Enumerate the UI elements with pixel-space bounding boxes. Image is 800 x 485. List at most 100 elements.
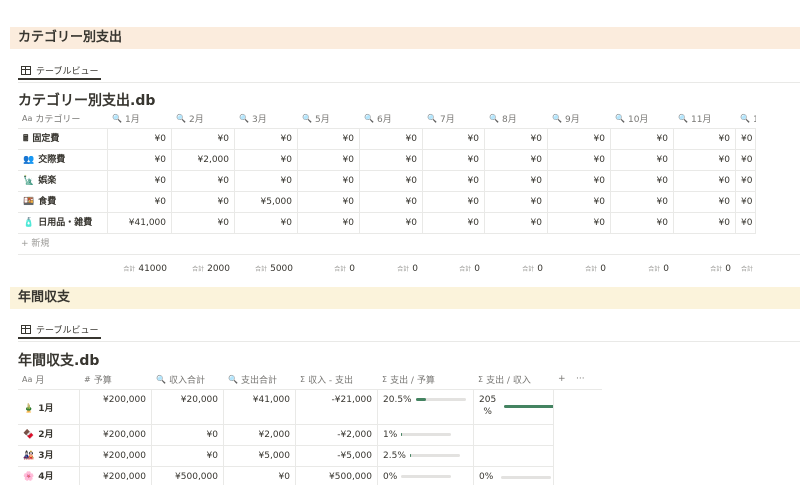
month-value-cell[interactable]: ¥0 bbox=[611, 150, 674, 171]
expense-budget-ratio-cell[interactable]: 20.5% bbox=[378, 390, 474, 425]
column-header-month[interactable]: 🔍 2月 bbox=[172, 108, 235, 129]
month-value-cell[interactable]: ¥0 bbox=[548, 171, 611, 192]
expense-income-ratio-cell[interactable] bbox=[474, 425, 554, 446]
month-value-cell[interactable]: ¥0 bbox=[360, 129, 423, 150]
diff-cell[interactable]: -¥2,000 bbox=[296, 425, 378, 446]
budget-cell[interactable]: ¥200,000 bbox=[80, 425, 152, 446]
budget-cell[interactable]: ¥200,000 bbox=[80, 390, 152, 425]
month-value-cell[interactable]: ¥0 bbox=[548, 192, 611, 213]
column-sum-cell[interactable]: 合計 41000 bbox=[108, 259, 172, 280]
category-name-cell[interactable]: 🖩 固定費 bbox=[18, 129, 108, 150]
month-value-cell[interactable]: ¥0 bbox=[108, 192, 172, 213]
month-value-cell[interactable]: ¥0 bbox=[298, 213, 360, 234]
column-header-month[interactable]: 🔍 1月 bbox=[108, 108, 172, 129]
budget-cell[interactable]: ¥200,000 bbox=[80, 446, 152, 467]
month-cell[interactable]: 🎍 1月 bbox=[18, 390, 80, 425]
category-name-cell[interactable]: 👥 交際費 bbox=[18, 150, 108, 171]
table-row[interactable]: 🍱 食費 ¥0 ¥0 ¥5,000 ¥0 ¥0 ¥0 ¥0 ¥0 ¥0 ¥0 ¥0 bbox=[18, 192, 756, 213]
income-cell[interactable]: ¥20,000 bbox=[152, 390, 224, 425]
table-row[interactable]: 🎍 1月 ¥200,000 ¥20,000 ¥41,000 -¥21,000 20.5% 20… bbox=[18, 390, 554, 425]
month-value-cell[interactable]: ¥0 bbox=[423, 171, 485, 192]
month-value-cell[interactable]: ¥0 bbox=[235, 171, 298, 192]
column-header-month[interactable]: 🔍 10月 bbox=[611, 108, 674, 129]
month-value-cell[interactable]: ¥0 bbox=[548, 129, 611, 150]
more-options-button[interactable]: ··· bbox=[572, 369, 602, 390]
month-value-cell[interactable]: ¥0 bbox=[485, 171, 548, 192]
expense-income-ratio-cell[interactable]: 205 % bbox=[474, 390, 554, 425]
income-cell[interactable]: ¥500,000 bbox=[152, 467, 224, 485]
column-header[interactable]: Σ 収入 - 支出 bbox=[296, 369, 378, 390]
database-title[interactable]: カテゴリー別支出.db bbox=[18, 90, 155, 110]
table-view-tab-2[interactable]: テーブルビュー bbox=[18, 321, 102, 339]
column-header-month[interactable]: 🔍 7月 bbox=[423, 108, 485, 129]
table-row[interactable]: 🍫 2月 ¥200,000 ¥0 ¥2,000 -¥2,000 1% bbox=[18, 425, 554, 446]
month-value-cell[interactable]: ¥0 bbox=[674, 171, 736, 192]
month-value-cell[interactable]: ¥0 bbox=[108, 171, 172, 192]
month-value-cell[interactable]: ¥0 bbox=[736, 192, 756, 213]
column-sum-cell[interactable]: 合計 2000 bbox=[172, 259, 235, 280]
column-header-month[interactable]: 🔍 5月 bbox=[298, 108, 360, 129]
table-row[interactable]: 🌸 4月 ¥200,000 ¥500,000 ¥0 ¥500,000 0% 0% bbox=[18, 467, 554, 485]
column-header[interactable]: 🔍 支出合計 bbox=[224, 369, 296, 390]
month-value-cell[interactable]: ¥5,000 bbox=[235, 192, 298, 213]
month-value-cell[interactable]: ¥0 bbox=[423, 129, 485, 150]
column-header[interactable]: # 予算 bbox=[80, 369, 152, 390]
month-value-cell[interactable]: ¥0 bbox=[611, 129, 674, 150]
month-value-cell[interactable]: ¥0 bbox=[235, 213, 298, 234]
month-value-cell[interactable]: ¥0 bbox=[674, 213, 736, 234]
database-title-2[interactable]: 年間収支.db bbox=[18, 350, 99, 370]
month-value-cell[interactable]: ¥0 bbox=[298, 171, 360, 192]
month-value-cell[interactable]: ¥0 bbox=[423, 213, 485, 234]
month-value-cell[interactable]: ¥41,000 bbox=[108, 213, 172, 234]
column-sum-cell[interactable]: 合計0 bbox=[674, 259, 736, 280]
table-row[interactable]: 🗽 娯楽 ¥0 ¥0 ¥0 ¥0 ¥0 ¥0 ¥0 ¥0 ¥0 ¥0 ¥0 bbox=[18, 171, 756, 192]
month-value-cell[interactable]: ¥0 bbox=[485, 150, 548, 171]
expense-income-ratio-cell[interactable] bbox=[474, 446, 554, 467]
category-name-cell[interactable]: 🧴 日用品・雑費 bbox=[18, 213, 108, 234]
expense-cell[interactable]: ¥5,000 bbox=[224, 446, 296, 467]
month-value-cell[interactable]: ¥2,000 bbox=[172, 150, 235, 171]
column-header-month[interactable]: 🔍 6月 bbox=[360, 108, 423, 129]
month-value-cell[interactable]: ¥0 bbox=[235, 150, 298, 171]
table-row[interactable]: 🧴 日用品・雑費 ¥41,000 ¥0 ¥0 ¥0 ¥0 ¥0 ¥0 ¥0 ¥0 ¥0 ¥0 bbox=[18, 213, 756, 234]
month-value-cell[interactable]: ¥0 bbox=[423, 150, 485, 171]
column-header-category[interactable]: Aa カテゴリー bbox=[18, 108, 108, 129]
column-sum-cell[interactable]: 合計 5000 bbox=[235, 259, 298, 280]
column-header-month[interactable]: 🔍 3月 bbox=[235, 108, 298, 129]
month-value-cell[interactable]: ¥0 bbox=[736, 129, 756, 150]
month-value-cell[interactable]: ¥0 bbox=[172, 192, 235, 213]
month-value-cell[interactable]: ¥0 bbox=[298, 129, 360, 150]
column-sum-cell[interactable]: 合計0 bbox=[611, 259, 674, 280]
month-cell[interactable]: 🍫 2月 bbox=[18, 425, 80, 446]
month-value-cell[interactable]: ¥0 bbox=[108, 129, 172, 150]
expense-budget-ratio-cell[interactable]: 2.5% bbox=[378, 446, 474, 467]
month-value-cell[interactable]: ¥0 bbox=[172, 213, 235, 234]
column-sum-cell[interactable]: 合計0 bbox=[360, 259, 423, 280]
month-value-cell[interactable]: ¥0 bbox=[736, 171, 756, 192]
month-value-cell[interactable]: ¥0 bbox=[360, 150, 423, 171]
expense-cell[interactable]: ¥41,000 bbox=[224, 390, 296, 425]
month-value-cell[interactable]: ¥0 bbox=[611, 192, 674, 213]
category-name-cell[interactable]: 🗽 娯楽 bbox=[18, 171, 108, 192]
column-header[interactable]: 🔍 収入合計 bbox=[152, 369, 224, 390]
column-header[interactable]: Σ 支出 / 予算 bbox=[378, 369, 474, 390]
month-value-cell[interactable]: ¥0 bbox=[736, 213, 756, 234]
diff-cell[interactable]: ¥500,000 bbox=[296, 467, 378, 485]
column-sum-cell[interactable]: 合計0 bbox=[548, 259, 611, 280]
month-value-cell[interactable]: ¥0 bbox=[611, 171, 674, 192]
expense-budget-ratio-cell[interactable]: 1% bbox=[378, 425, 474, 446]
month-cell[interactable]: 🎎 3月 bbox=[18, 446, 80, 467]
income-cell[interactable]: ¥0 bbox=[152, 425, 224, 446]
month-value-cell[interactable]: ¥0 bbox=[360, 213, 423, 234]
column-sum-cell[interactable]: 合計0 bbox=[736, 259, 756, 280]
add-column-button[interactable]: + bbox=[554, 369, 572, 390]
month-value-cell[interactable]: ¥0 bbox=[108, 150, 172, 171]
month-value-cell[interactable]: ¥0 bbox=[548, 150, 611, 171]
month-value-cell[interactable]: ¥0 bbox=[360, 192, 423, 213]
diff-cell[interactable]: -¥21,000 bbox=[296, 390, 378, 425]
column-header-month[interactable]: 🔍12月 bbox=[736, 108, 756, 129]
month-value-cell[interactable]: ¥0 bbox=[674, 129, 736, 150]
month-value-cell[interactable]: ¥0 bbox=[423, 192, 485, 213]
month-value-cell[interactable]: ¥0 bbox=[172, 171, 235, 192]
month-value-cell[interactable]: ¥0 bbox=[360, 171, 423, 192]
